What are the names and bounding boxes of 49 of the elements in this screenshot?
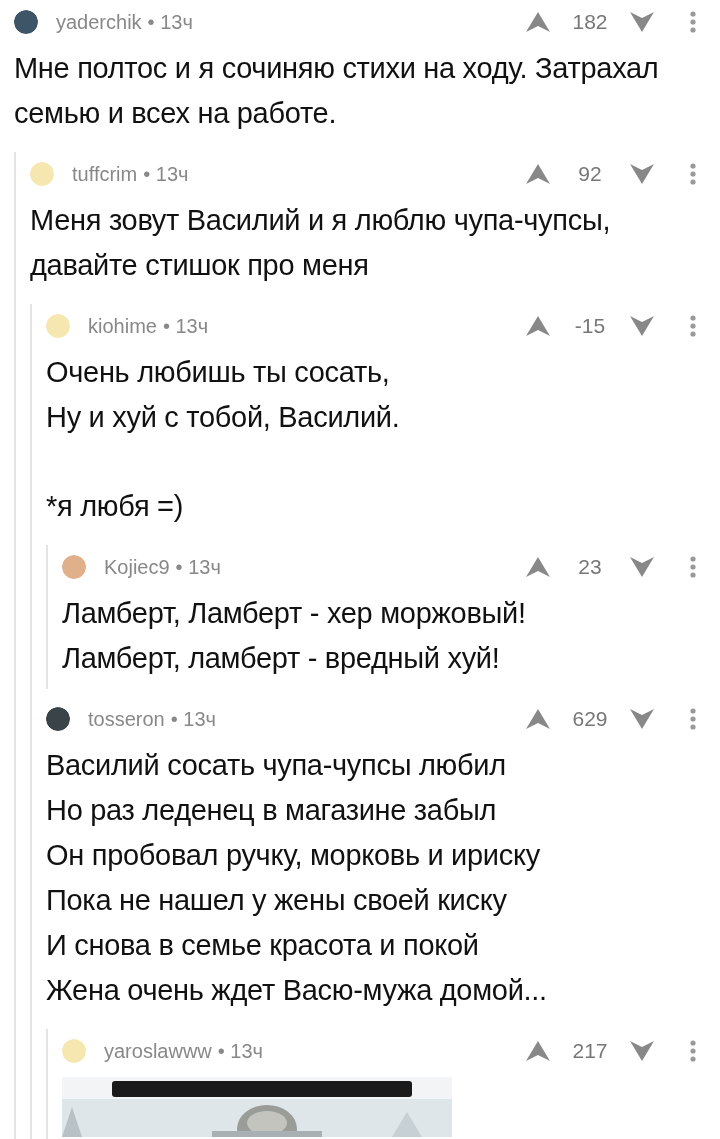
- rating: 92: [577, 162, 603, 186]
- comment-time: • 13ч: [175, 555, 221, 579]
- more-icon[interactable]: [690, 1040, 696, 1062]
- comment-text: Жена очень ждет Васю-мужа домой...: [46, 973, 548, 1008]
- comment-text: Ламберт, ламберт - вредный хуй!: [62, 641, 501, 676]
- comment-text: *я любя =): [46, 489, 185, 524]
- comment-time: • 13ч: [170, 707, 216, 731]
- username[interactable]: Kojiec9: [104, 555, 170, 579]
- downvote-icon[interactable]: [630, 1041, 654, 1061]
- comment-text: Пока не нашел у жены своей киску: [46, 883, 508, 918]
- rating: 182: [571, 10, 609, 34]
- comment-time: • 13ч: [217, 1039, 264, 1063]
- upvote-icon[interactable]: [526, 164, 550, 184]
- username[interactable]: yaderchik: [56, 10, 142, 34]
- more-icon[interactable]: [690, 11, 696, 33]
- comment-text: Василий сосать чупа-чупсы любил: [46, 748, 507, 783]
- upvote-icon[interactable]: [526, 709, 550, 729]
- rating: 217: [571, 1039, 609, 1063]
- upvote-icon[interactable]: [526, 12, 550, 32]
- comment-text: Ну и хуй с тобой, Василий.: [46, 400, 401, 435]
- comment-text: И снова в семье красота и покой: [46, 928, 480, 963]
- username[interactable]: kiohime: [88, 314, 157, 338]
- username[interactable]: tuffcrim: [72, 162, 138, 186]
- downvote-icon[interactable]: [630, 557, 654, 577]
- rating: 23: [577, 555, 603, 579]
- username[interactable]: tosseron: [88, 707, 165, 731]
- upvote-icon[interactable]: [526, 557, 550, 577]
- more-icon[interactable]: [690, 708, 696, 730]
- comment-text: Ламберт, Ламберт - хер моржовый!: [62, 596, 527, 631]
- downvote-icon[interactable]: [630, 12, 654, 32]
- comment-text: Но раз леденец в магазине забыл: [46, 793, 498, 828]
- rating: 629: [571, 707, 609, 731]
- comment-text: Меня зовут Василий и я люблю чупа-чупсы, давайте стишок про меня: [30, 203, 612, 283]
- downvote-icon[interactable]: [630, 316, 654, 336]
- comment-time: • 13ч: [143, 162, 189, 186]
- comment-time: • 13ч: [162, 314, 209, 338]
- downvote-icon[interactable]: [630, 709, 654, 729]
- comment-text: Мне полтос и я сочиняю стихи на ходу. Затрахал семью и всех на работе.: [14, 51, 660, 131]
- upvote-icon[interactable]: [526, 1041, 550, 1061]
- rating: -15: [573, 314, 607, 338]
- more-icon[interactable]: [690, 163, 696, 185]
- username[interactable]: yaroslawww: [104, 1039, 212, 1063]
- more-icon[interactable]: [690, 315, 696, 337]
- comment-text: Очень любишь ты сосать,: [46, 355, 391, 390]
- more-icon[interactable]: [690, 556, 696, 578]
- comment-time: • 13ч: [147, 10, 193, 34]
- downvote-icon[interactable]: [630, 164, 654, 184]
- comment-text: Он пробовал ручку, морковь и ириску: [46, 838, 541, 873]
- upvote-icon[interactable]: [526, 316, 550, 336]
